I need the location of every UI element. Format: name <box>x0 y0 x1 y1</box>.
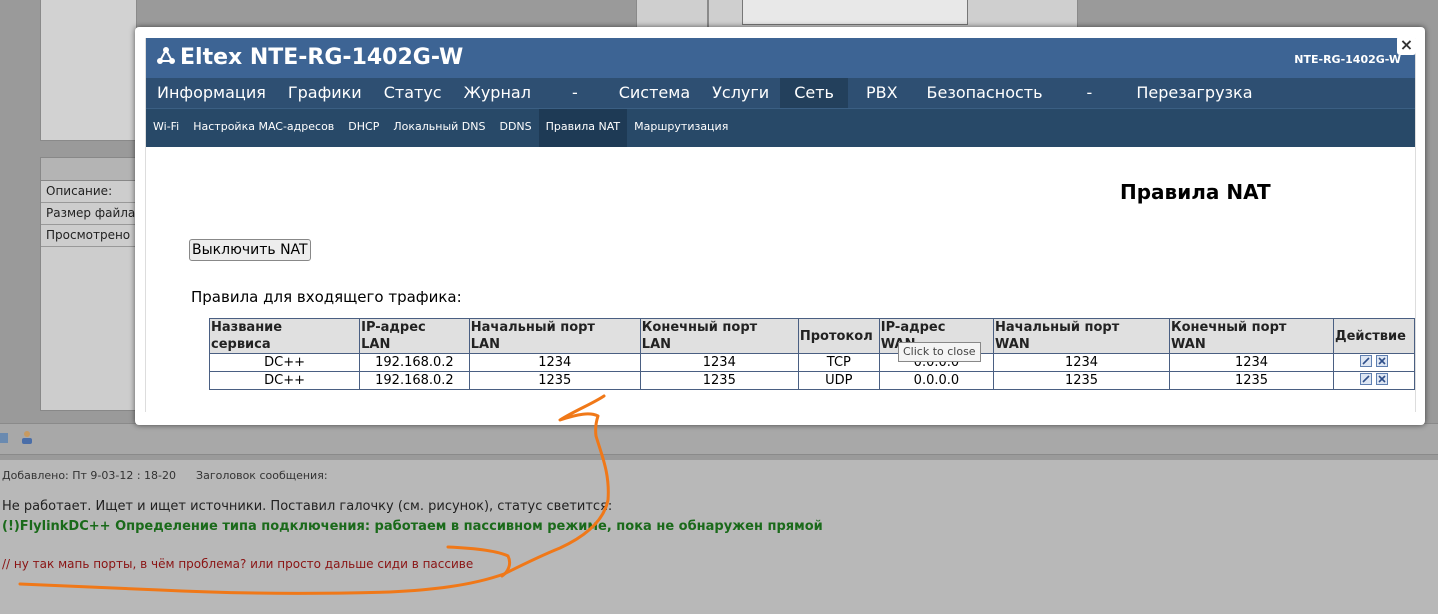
delete-icon[interactable] <box>1376 373 1388 385</box>
attachment-info-row: Размер файла <box>41 203 137 225</box>
quote-icon[interactable] <box>0 433 8 443</box>
table-cell: TCP <box>797 353 880 372</box>
edit-icon[interactable] <box>1360 355 1372 367</box>
attachment-info-header <box>41 158 137 181</box>
column-header: IP-адрес LAN <box>359 318 470 354</box>
submenu-item-local-dns[interactable]: Локальный DNS <box>386 109 492 147</box>
router-logo: Eltex NTE-RG-1402G-W <box>156 45 463 70</box>
table-row: DC++ 192.168.0.2 1235 1235 UDP 0.0.0.0 1… <box>208 371 1415 390</box>
table-cell: 1235 <box>993 371 1170 390</box>
table-cell: DC++ <box>208 353 361 372</box>
eltex-logo-icon <box>157 47 175 64</box>
column-header: Действие <box>1333 318 1415 354</box>
table-cell: 1235 <box>468 371 641 390</box>
post-text-line: Не работает. Ищет и ищет источники. Пост… <box>2 499 613 514</box>
post-reply-line: // ну так мапь порты, в чём проблема? ил… <box>2 557 474 571</box>
router-logo-text: Eltex NTE-RG-1402G-W <box>180 45 464 70</box>
menu-item-services[interactable]: Услуги <box>701 78 780 108</box>
table-header-row: Название сервиса IP-адрес LAN Начальный по… <box>208 318 1415 354</box>
delete-icon[interactable] <box>1376 355 1388 367</box>
post-toolbar <box>0 423 1438 455</box>
post-meta: Добавлено: Пт 9-03-12 : 18-20 Заголовок с… <box>2 469 328 482</box>
attachment-info-table: Описание: Размер файла Просмотрено <box>40 157 138 411</box>
table-cell: 0.0.0.0 <box>878 371 995 390</box>
table-cell: 192.168.0.2 <box>359 371 470 390</box>
submenu-item-wifi[interactable]: Wi-Fi <box>146 109 186 147</box>
menu-item-system[interactable]: Система <box>608 78 701 108</box>
column-header: Протокол <box>797 318 880 354</box>
attachment-info-row: Описание: <box>41 181 137 203</box>
action-cell <box>1333 353 1415 372</box>
menu-separator: - <box>571 83 578 102</box>
table-cell: UDP <box>797 371 880 390</box>
table-cell: 192.168.0.2 <box>359 353 470 372</box>
column-header: Конечный порт WAN <box>1168 318 1335 354</box>
menu-item-log[interactable]: Журнал <box>453 78 542 108</box>
router-header: Eltex NTE-RG-1402G-W NTE-RG-1402G-W <box>146 38 1415 78</box>
background-block <box>636 0 708 29</box>
column-header: Начальный порт WAN <box>993 318 1170 354</box>
table-row: DC++ 192.168.0.2 1234 1234 TCP 0.0.0.0 1… <box>208 353 1415 372</box>
submenu-item-nat[interactable]: Правила NAT <box>538 109 628 147</box>
nat-rules-table: Название сервиса IP-адрес LAN Начальный по… <box>208 318 1415 390</box>
menu-separator: - <box>1086 83 1093 102</box>
nat-content: Правила NAT Выключить NAT Правила для вх… <box>146 147 1415 412</box>
table-cell: 1234 <box>468 353 641 372</box>
menu-item-graphs[interactable]: Графики <box>277 78 373 108</box>
forum-post <box>0 460 1438 614</box>
close-icon[interactable]: × <box>1397 36 1416 55</box>
submenu-item-routing[interactable]: Маршрутизация <box>627 109 735 147</box>
post-subject-label: Заголовок сообщения: <box>196 469 328 482</box>
main-menu: Информация Графики Статус Журнал - Систе… <box>146 78 1415 108</box>
submenu-item-mac[interactable]: Настройка MAC-адресов <box>186 109 341 147</box>
table-cell: DC++ <box>208 371 361 390</box>
table-cell: 1234 <box>639 353 799 372</box>
incoming-rules-title: Правила для входящего трафика: <box>191 288 462 306</box>
menu-item-security[interactable]: Безопасность <box>916 78 1054 108</box>
column-header: Начальный порт LAN <box>468 318 641 354</box>
table-cell: 1234 <box>993 353 1170 372</box>
table-cell: 1234 <box>1168 353 1335 372</box>
edit-icon[interactable] <box>1360 373 1372 385</box>
menu-item-info[interactable]: Информация <box>146 78 277 108</box>
disable-nat-button[interactable]: Выключить NAT <box>189 239 311 261</box>
menu-item-status[interactable]: Статус <box>373 78 453 108</box>
table-cell: 1235 <box>639 371 799 390</box>
menu-item-reboot[interactable]: Перезагрузка <box>1125 78 1263 108</box>
user-profile-icon[interactable] <box>20 430 34 444</box>
router-model: NTE-RG-1402G-W <box>1294 53 1401 66</box>
column-header: Конечный порт LAN <box>639 318 799 354</box>
sub-menu: Wi-Fi Настройка MAC-адресов DHCP Локальн… <box>146 108 1415 147</box>
post-added-date: Добавлено: Пт 9-03-12 : 18-20 <box>2 469 177 482</box>
column-header: Название сервиса <box>208 318 361 354</box>
attachment-info-row: Просмотрено <box>41 225 137 247</box>
table-cell: 1235 <box>1168 371 1335 390</box>
router-screenshot: Eltex NTE-RG-1402G-W NTE-RG-1402G-W Инфо… <box>145 38 1416 412</box>
menu-item-pbx[interactable]: PBX <box>848 78 916 108</box>
page-title: Правила NAT <box>1120 180 1271 204</box>
post-quote-line: (!)FlylinkDC++ Определение типа подключе… <box>2 519 823 534</box>
menu-item-network[interactable]: Сеть <box>780 78 848 108</box>
background-image-frame <box>742 0 968 25</box>
action-cell <box>1333 371 1415 390</box>
close-tooltip: Click to close <box>898 342 981 362</box>
submenu-item-dhcp[interactable]: DHCP <box>341 109 386 147</box>
background-panel <box>40 0 137 141</box>
submenu-item-ddns[interactable]: DDNS <box>492 109 538 147</box>
